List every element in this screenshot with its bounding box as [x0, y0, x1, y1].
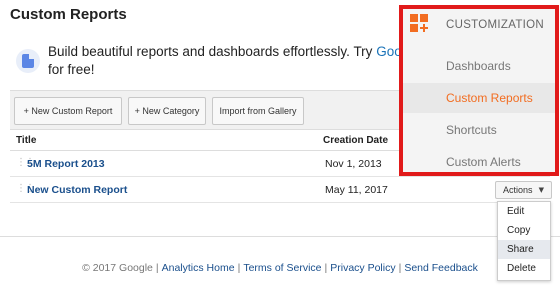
promo-text-line1: Build beautiful reports and dashboards e… — [48, 44, 377, 59]
menu-item-dashboards[interactable]: Dashboards — [403, 51, 555, 81]
divider: | — [155, 262, 159, 274]
menu-item-delete[interactable]: Delete — [498, 259, 550, 278]
divider — [0, 236, 560, 237]
column-header-creation-date[interactable]: Creation Date — [323, 135, 388, 146]
creation-date: May 11, 2017 — [325, 184, 388, 196]
creation-date: Nov 1, 2013 — [325, 158, 382, 170]
report-link[interactable]: New Custom Report — [27, 184, 127, 196]
promo-text: Build beautiful reports and dashboards e… — [48, 43, 409, 79]
footer: © 2017 Google | Analytics Home | Terms of Se… — [0, 262, 560, 274]
report-link[interactable]: 5M Report 2013 — [27, 158, 105, 170]
actions-button[interactable]: Actions ▼ — [495, 181, 552, 199]
column-header-title[interactable]: Title — [16, 135, 36, 146]
table-row: ⋮⋮ New Custom Report May 11, 2017 Action… — [10, 177, 552, 203]
customization-grid-icon — [410, 14, 430, 34]
customization-menu: CUSTOMIZATION Dashboards Custom Reports … — [399, 5, 559, 176]
menu-item-edit[interactable]: Edit — [498, 202, 550, 221]
promo-text-line2: for free! — [48, 62, 95, 77]
divider: | — [398, 262, 402, 274]
menu-item-shortcuts[interactable]: Shortcuts — [403, 115, 555, 145]
divider: | — [237, 262, 241, 274]
terms-of-service-link[interactable]: Terms of Service — [243, 262, 321, 274]
menu-item-custom-alerts[interactable]: Custom Alerts — [403, 147, 555, 177]
customization-menu-title: CUSTOMIZATION — [446, 19, 545, 31]
customization-menu-header[interactable]: CUSTOMIZATION — [403, 9, 555, 43]
document-icon — [16, 49, 40, 73]
new-custom-report-button[interactable]: + New Custom Report — [14, 97, 122, 125]
import-from-gallery-button[interactable]: Import from Gallery — [212, 97, 304, 125]
actions-dropdown-menu: Edit Copy Share Delete — [497, 201, 551, 281]
caret-down-icon: ▼ — [538, 186, 544, 194]
analytics-home-link[interactable]: Analytics Home — [162, 262, 235, 274]
new-category-button[interactable]: + New Category — [128, 97, 206, 125]
divider: | — [324, 262, 328, 274]
copyright-text: © 2017 Google — [82, 262, 153, 274]
page-title: Custom Reports — [10, 6, 127, 23]
actions-button-label: Actions — [503, 185, 533, 195]
menu-item-copy[interactable]: Copy — [498, 221, 550, 240]
menu-item-custom-reports[interactable]: Custom Reports — [403, 83, 555, 113]
privacy-policy-link[interactable]: Privacy Policy — [330, 262, 395, 274]
menu-item-share[interactable]: Share — [498, 240, 550, 259]
send-feedback-link[interactable]: Send Feedback — [404, 262, 478, 274]
